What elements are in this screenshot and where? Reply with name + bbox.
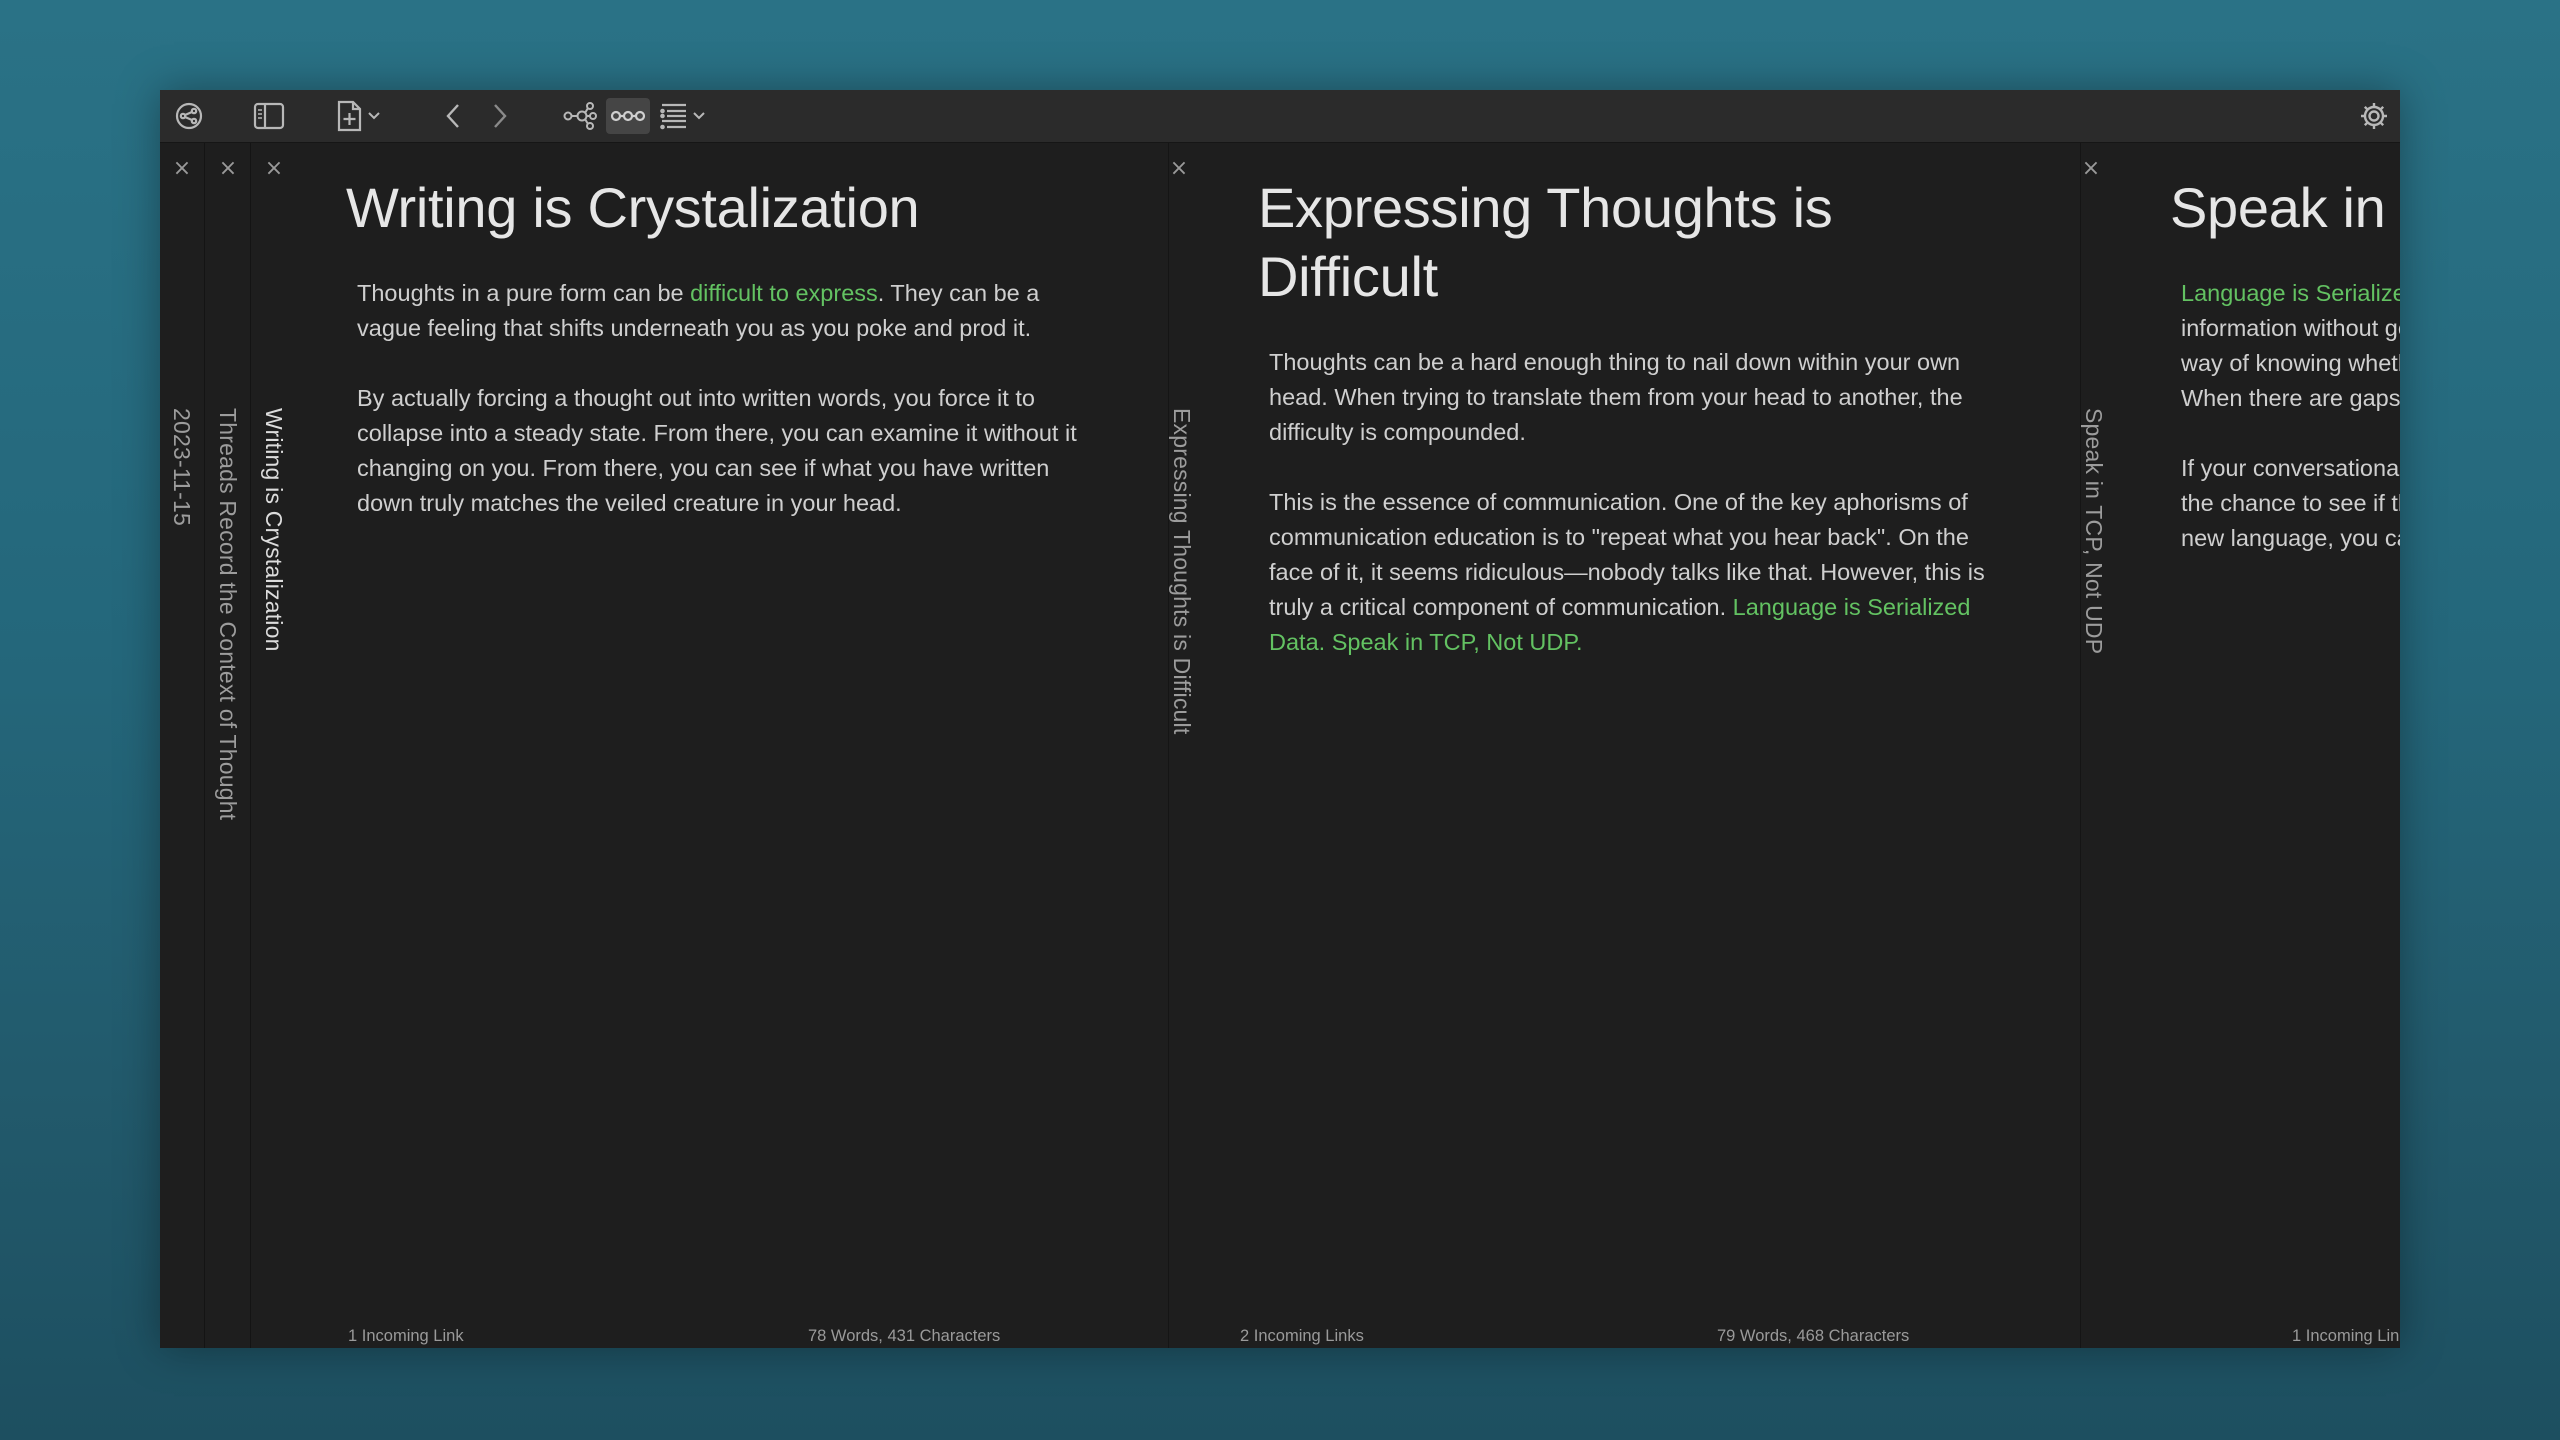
note-link[interactable]: difficult to express — [690, 280, 878, 306]
collapsed-pane-title[interactable]: Threads Record the Context of Thought — [214, 408, 241, 820]
note-body: Thoughts in a pure form can be difficult… — [357, 276, 1077, 556]
linked-notes-icon[interactable] — [606, 98, 650, 134]
paragraph: Thoughts in a pure form can be difficult… — [357, 276, 1077, 346]
collapsed-pane-title[interactable]: Writing is Crystalization — [260, 408, 287, 652]
paragraph: This is the essence of communication. On… — [1269, 485, 2009, 660]
app-window: × 2023-11-15 × Threads Record the Contex… — [160, 90, 2400, 1348]
collapsed-pane[interactable]: × 2023-11-15 — [160, 143, 205, 1348]
note-body: Thoughts can be a hard enough thing to n… — [1269, 345, 2009, 695]
incoming-links-count[interactable]: 2 Incoming Links — [1240, 1327, 1364, 1346]
pane-spine-title[interactable]: Speak in TCP, Not UDP — [2080, 408, 2107, 654]
collapsed-pane[interactable]: × Threads Record the Context of Thought — [206, 143, 251, 1348]
graph-share-icon[interactable] — [170, 98, 208, 134]
paragraph: By actually forcing a thought out into w… — [357, 385, 1077, 516]
note-title: Writing is Crystalization — [346, 176, 920, 239]
note-pane: × Speak in TCP, Not UDP Speak in TCP, No… — [2080, 143, 2400, 1348]
paragraph: Thoughts can be a hard enough thing to n… — [1269, 349, 1963, 445]
text: . — [1318, 629, 1332, 655]
text: Thoughts in a pure form can be — [357, 280, 691, 306]
note-link[interactable]: Language is Serialized Data — [2181, 280, 2400, 306]
note-link[interactable]: Speak in TCP, Not UDP — [1332, 629, 1576, 655]
text: . — [1575, 629, 1583, 655]
pane-spine-title[interactable]: Expressing Thoughts is Difficult — [1168, 408, 1195, 734]
chevron-down-icon[interactable] — [366, 98, 382, 134]
close-icon[interactable]: × — [2079, 158, 2103, 180]
sidebar-toggle-icon[interactable] — [250, 98, 288, 134]
note-pane: Writing is Crystalization Thoughts in a … — [298, 143, 1077, 1348]
incoming-links-count[interactable]: 1 Incoming Link — [348, 1327, 464, 1346]
word-count: 79 Words, 468 Characters — [1717, 1327, 1910, 1345]
paragraph: Language is Serialized Data. When you sp… — [2181, 276, 2400, 416]
incoming-links-count[interactable]: 1 Incoming Link — [2292, 1327, 2400, 1346]
new-note-icon[interactable] — [332, 98, 366, 134]
note-pane: × Expressing Thoughts is Difficult Expre… — [1168, 143, 2069, 1348]
chevron-down-icon[interactable] — [691, 98, 707, 134]
back-arrow-icon[interactable] — [438, 98, 468, 134]
forward-arrow-icon[interactable] — [485, 98, 515, 134]
close-icon[interactable]: × — [262, 158, 286, 180]
collapsed-pane-title[interactable]: 2023-11-15 — [168, 408, 195, 526]
close-icon[interactable]: × — [170, 158, 194, 180]
close-icon[interactable]: × — [1167, 158, 1191, 180]
toolbar — [160, 90, 2400, 143]
note-title: Speak in TCP, Not UDP — [2170, 176, 2400, 239]
gear-icon[interactable] — [2356, 98, 2392, 134]
node-graph-icon[interactable] — [560, 98, 600, 134]
note-body: Language is Serialized Data. When you sp… — [2181, 276, 2400, 591]
collapsed-pane[interactable]: × Writing is Crystalization — [252, 143, 296, 1348]
note-title: Expressing Thoughts is Difficult — [1258, 176, 1833, 308]
word-count: 78 Words, 431 Characters — [808, 1327, 1001, 1345]
outline-list-icon[interactable] — [657, 98, 691, 134]
close-icon[interactable]: × — [216, 158, 240, 180]
paragraph: If your conversational partner repeats t… — [2181, 455, 2400, 551]
